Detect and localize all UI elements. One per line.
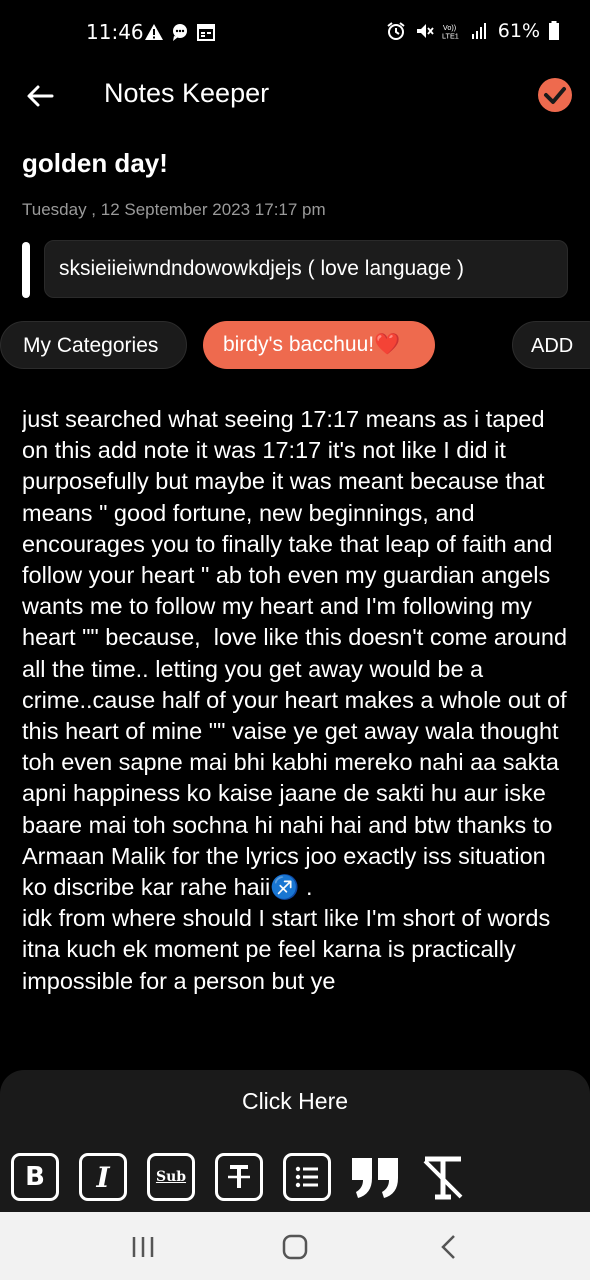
recents-icon[interactable] (128, 1232, 158, 1262)
format-toolbar: B I Sub (10, 1152, 486, 1202)
add-category-button[interactable]: ADD (512, 321, 590, 369)
subscript-icon: Sub (147, 1153, 195, 1201)
app-title: Notes Keeper (104, 78, 270, 108)
battery-icon (549, 21, 559, 40)
category-tag-chip[interactable]: birdy's bacchuu!❤️ (203, 321, 435, 369)
system-nav-bar (0, 1212, 590, 1280)
alarm-icon (387, 22, 405, 40)
svg-text:LTE1: LTE1 (442, 31, 459, 40)
formatting-panel: Click Here B I Sub (0, 1070, 590, 1212)
home-icon[interactable] (280, 1232, 310, 1262)
battery-percentage: 61% (497, 20, 540, 42)
clear-format-icon (423, 1156, 463, 1200)
status-left-icons (144, 22, 216, 42)
subtitle-field[interactable]: sksieiieiwndndowowkdjejs ( love language… (44, 240, 568, 298)
chat-icon (173, 24, 187, 41)
save-check-icon[interactable] (537, 77, 573, 113)
subtitle-indicator (22, 242, 30, 298)
my-categories-button[interactable]: My Categories (0, 321, 187, 369)
status-time: 11:46 (86, 20, 144, 44)
warning-icon (145, 24, 163, 40)
status-bar: 11:46 Vo)) LTE1 61% (0, 0, 590, 68)
bold-button[interactable]: B (10, 1152, 60, 1202)
mute-icon (416, 24, 434, 38)
italic-icon: I (79, 1153, 127, 1201)
list-icon (283, 1153, 331, 1201)
note-body-text[interactable]: just searched what seeing 17:17 means as… (22, 404, 574, 1060)
strikethrough-icon (215, 1153, 263, 1201)
volte-icon: Vo))LTE1 (442, 23, 459, 40)
quote-icon (352, 1158, 398, 1198)
note-date: Tuesday , 12 September 2023 17:17 pm (22, 200, 326, 219)
list-button[interactable] (282, 1152, 332, 1202)
note-title[interactable]: golden day! (22, 148, 168, 179)
bold-icon: B (11, 1153, 59, 1201)
clear-format-button[interactable] (418, 1152, 468, 1202)
back-nav-icon[interactable] (434, 1232, 464, 1262)
italic-button[interactable]: I (78, 1152, 128, 1202)
signal-icon (471, 23, 486, 39)
click-here-button[interactable]: Click Here (0, 1088, 590, 1115)
calendar-icon (197, 24, 215, 41)
quote-button[interactable] (350, 1152, 400, 1202)
app-bar: Notes Keeper (0, 68, 590, 124)
strikethrough-button[interactable] (214, 1152, 264, 1202)
subscript-button[interactable]: Sub (146, 1152, 196, 1202)
back-arrow-icon[interactable] (22, 78, 58, 114)
status-right-icons: Vo)) LTE1 61% (386, 20, 560, 42)
